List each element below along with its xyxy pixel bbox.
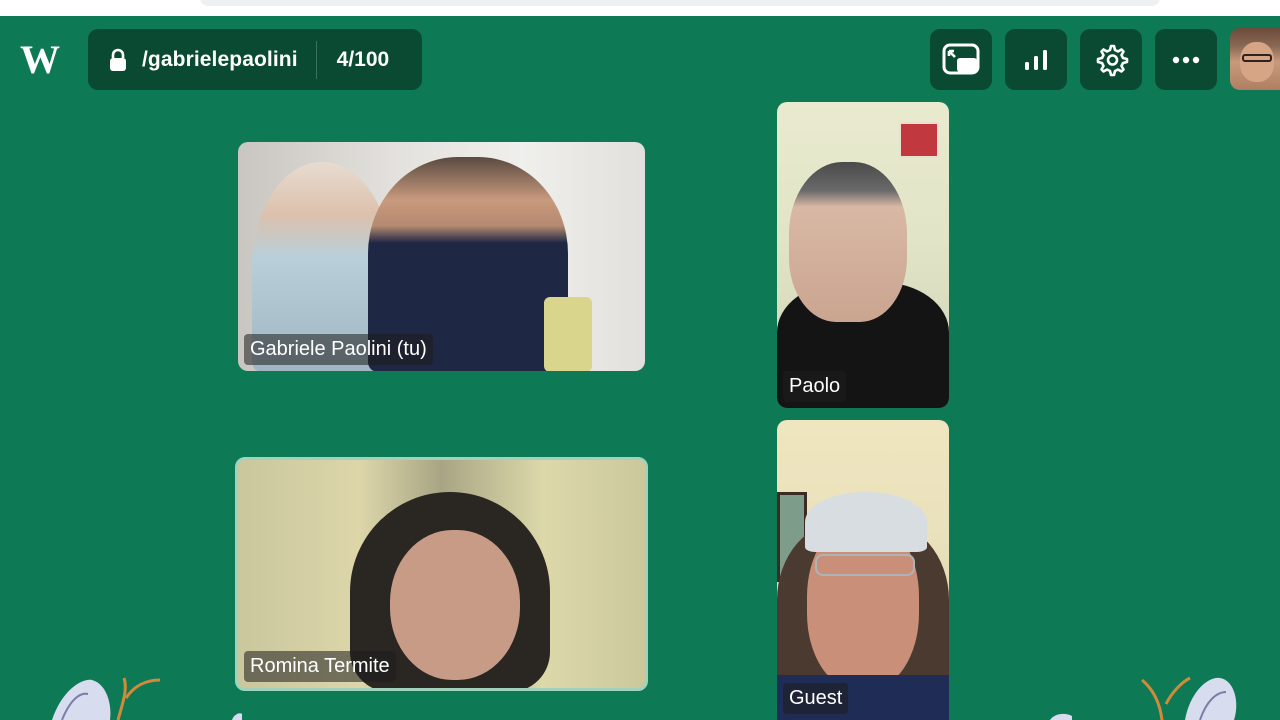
screen-share-button[interactable] (930, 29, 992, 90)
video-tile-paolo[interactable]: Paolo (777, 102, 949, 408)
participant-name-label: Paolo (783, 371, 847, 402)
video-feed-person (390, 530, 520, 680)
stats-button[interactable] (1005, 29, 1067, 90)
more-dots-icon (1172, 56, 1200, 64)
video-tile-gabriele[interactable]: Gabriele Paolini (tu) (238, 142, 645, 371)
participant-name-label: Romina Termite (244, 651, 396, 682)
lock-icon (108, 48, 128, 72)
stats-bars-icon (1023, 48, 1049, 72)
participant-count: 4/100 (336, 47, 390, 71)
gear-icon (1093, 42, 1129, 78)
video-feed-background (544, 297, 592, 371)
participant-name-label: Guest (783, 683, 849, 714)
avatar-glasses (1242, 54, 1272, 62)
avatar-face (1240, 42, 1274, 82)
room-info-pill[interactable]: /gabrielepaolini 4/100 (88, 29, 422, 90)
more-options-button[interactable] (1155, 29, 1217, 90)
divider (315, 40, 317, 79)
video-feed-background (899, 122, 939, 158)
participant-name-label: Gabriele Paolini (tu) (244, 334, 433, 365)
video-feed-person (789, 162, 907, 322)
video-tile-romina-active-speaker[interactable]: Romina Termite (235, 457, 648, 691)
screen-share-icon (942, 43, 980, 77)
room-name: /gabrielepaolini (142, 47, 298, 71)
user-avatar[interactable] (1230, 28, 1280, 90)
video-tile-guest[interactable]: Guest (777, 420, 949, 720)
browser-address-strip (0, 0, 1280, 16)
address-bar[interactable] (200, 0, 1160, 6)
decorative-plant-left (52, 677, 242, 720)
video-feed-person (805, 492, 927, 552)
settings-button[interactable] (1080, 29, 1142, 90)
decorative-plant-right (1050, 676, 1237, 720)
video-feed-person (815, 554, 915, 576)
whereby-logo[interactable]: W (20, 40, 66, 80)
